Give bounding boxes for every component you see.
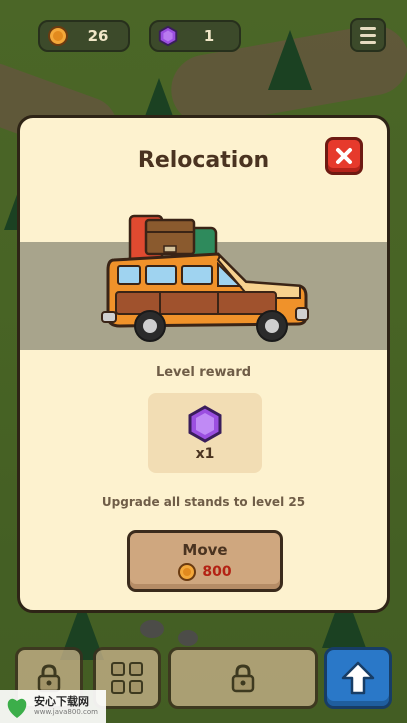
coin-icon <box>48 26 68 46</box>
reward-quantity: x1 <box>195 446 215 462</box>
coin-count: 26 <box>87 27 109 45</box>
gem-counter: 1 <box>149 20 241 52</box>
station-wagon-illustration <box>101 214 309 342</box>
watermark: 安心下载网 www.java800.com <box>0 690 106 723</box>
coin-icon <box>178 563 197 581</box>
watermark-name: 安心下载网 <box>34 695 89 708</box>
locked-slot-2[interactable] <box>168 647 318 709</box>
menu-button[interactable] <box>350 18 386 52</box>
move-cost-value: 800 <box>202 564 232 580</box>
move-label: Move <box>182 541 228 559</box>
coin-counter: 26 <box>38 20 130 52</box>
gem-icon <box>158 25 178 47</box>
watermark-url: www.java800.com <box>34 708 98 716</box>
lock-icon <box>231 664 255 693</box>
move-button[interactable]: Move 800 <box>127 530 283 592</box>
upgrade-button[interactable] <box>324 647 392 709</box>
grid-icon <box>111 662 143 694</box>
site-logo <box>7 698 27 718</box>
reward-box: x1 <box>148 393 262 473</box>
move-cost: 800 <box>130 563 280 581</box>
gem-count: 1 <box>203 27 215 45</box>
close-button[interactable] <box>325 137 363 175</box>
close-icon <box>336 148 352 164</box>
lock-icon <box>37 664 61 693</box>
gem-icon <box>188 405 222 443</box>
requirement-text: Upgrade all stands to level 25 <box>101 495 306 509</box>
up-arrow-icon <box>341 661 375 695</box>
relocation-modal: Relocation Level reward x1 Upgrade all s… <box>17 115 390 613</box>
menu-icon <box>360 26 376 30</box>
reward-label: Level reward <box>155 365 252 380</box>
